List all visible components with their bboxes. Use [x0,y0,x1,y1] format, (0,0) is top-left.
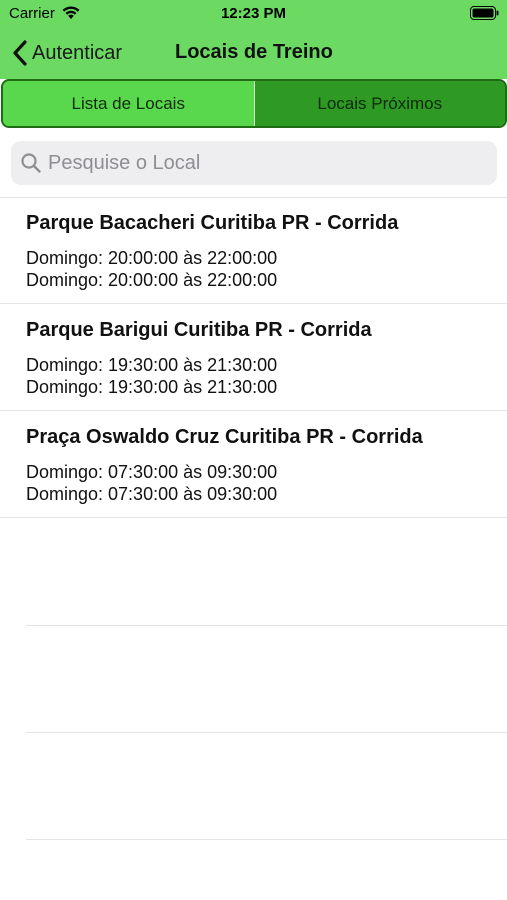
chevron-left-icon [13,40,27,66]
location-schedule: Domingo: 07:30:00 às 09:30:00 [26,484,278,504]
location-schedule: Domingo: 19:30:00 às 21:30:00 [26,377,278,397]
search-input[interactable] [48,151,468,175]
segment-locais-proximos[interactable]: Locais Próximos [254,81,505,126]
battery-icon [470,6,499,20]
empty-row-divider [26,732,507,733]
segmented-control: Lista de Locais Locais Próximos [1,79,507,128]
list-item[interactable]: Parque Bacacheri Curitiba PR - Corrida D… [0,197,507,304]
location-title: Parque Bacacheri Curitiba PR - Corrida [26,212,399,234]
location-title: Parque Barigui Curitiba PR - Corrida [26,319,372,341]
location-schedule: Domingo: 07:30:00 às 09:30:00 [26,462,278,482]
empty-row-divider [26,839,507,840]
status-time: 12:23 PM [220,5,287,22]
location-schedule: Domingo: 20:00:00 às 22:00:00 [26,248,278,268]
navigation-bar: Autenticar Locais de Treino [0,30,507,76]
location-title: Praça Oswaldo Cruz Curitiba PR - Corrida [26,426,423,448]
list-item[interactable]: Praça Oswaldo Cruz Curitiba PR - Corrida… [0,411,507,518]
status-bar: Carrier 12:23 PM [0,0,507,28]
location-schedule: Domingo: 19:30:00 às 21:30:00 [26,355,278,375]
segment-lista-de-locais[interactable]: Lista de Locais [3,81,255,126]
search-icon [21,153,41,173]
empty-row-divider [26,625,507,626]
page-title: Locais de Treino [175,41,333,63]
header-bar: Carrier 12:23 PM Autenticar Locais de Tr… [0,0,507,79]
back-button[interactable]: Autenticar [12,38,122,68]
location-schedule: Domingo: 20:00:00 às 22:00:00 [26,270,278,290]
list-item[interactable]: Parque Barigui Curitiba PR - Corrida Dom… [0,304,507,411]
back-button-label: Autenticar [32,41,123,64]
locations-list: Parque Bacacheri Curitiba PR - Corrida D… [0,197,507,518]
search-bar[interactable] [11,141,497,185]
